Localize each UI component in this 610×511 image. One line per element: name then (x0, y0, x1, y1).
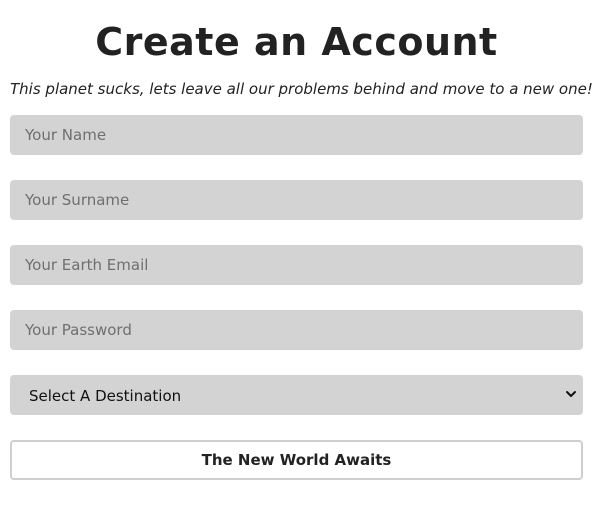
password-input[interactable] (10, 310, 583, 350)
surname-input[interactable] (10, 180, 583, 220)
destination-select-value: Select A Destination (10, 375, 583, 415)
submit-button[interactable]: The New World Awaits (10, 440, 583, 480)
create-account-page: Create an Account This planet sucks, let… (10, 0, 593, 100)
page-title: Create an Account (95, 20, 498, 64)
email-input[interactable] (10, 245, 583, 285)
destination-select[interactable]: Select A Destination (10, 375, 583, 415)
name-input[interactable] (10, 115, 583, 155)
chevron-down-icon (566, 391, 576, 397)
page-subtitle: This planet sucks, lets leave all our pr… (10, 80, 593, 98)
signup-form: Select A Destination The New World Await… (10, 115, 583, 480)
